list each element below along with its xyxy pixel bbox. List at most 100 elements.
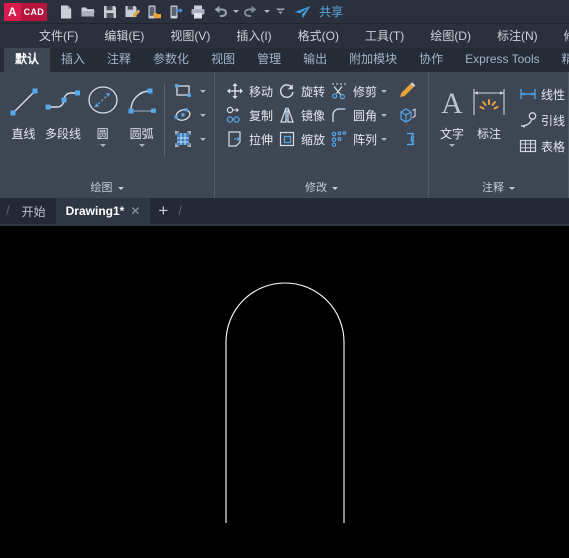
- annotation-text-button[interactable]: A 文字: [435, 78, 469, 178]
- ribbon-tab-home[interactable]: 默认: [4, 48, 51, 72]
- modify-fillet-label: 圆角: [353, 108, 378, 123]
- document-tab-start[interactable]: 开始: [12, 198, 56, 224]
- share-label[interactable]: 共享: [319, 3, 343, 20]
- modify-array-button[interactable]: 阵列: [327, 127, 393, 151]
- annotation-linear-button[interactable]: 线性: [515, 81, 565, 107]
- draw-ellipse-button[interactable]: [170, 103, 210, 127]
- close-icon[interactable]: ✕: [130, 204, 140, 218]
- save-as-icon[interactable]: [121, 1, 143, 23]
- customize-qat-dropdown-icon[interactable]: [271, 1, 289, 23]
- modify-trim-button[interactable]: 修剪: [327, 79, 393, 103]
- modify-mirror-label: 镜像: [301, 108, 326, 123]
- modify-explode-button[interactable]: [395, 103, 421, 127]
- modify-fillet-dropdown-icon[interactable]: [377, 113, 391, 117]
- ribbon-tab-addins[interactable]: 附加模块: [338, 48, 408, 72]
- draw-arc-button[interactable]: 圆弧: [122, 78, 161, 178]
- annotation-text-dropdown-icon[interactable]: [449, 144, 455, 147]
- modify-array-dropdown-icon[interactable]: [377, 137, 391, 141]
- draw-circle-label: 圆: [96, 127, 109, 141]
- menu-item-dimension[interactable]: 标注(N): [484, 24, 551, 48]
- menu-item-insert[interactable]: 插入(I): [223, 24, 284, 48]
- draw-rectangle-button[interactable]: [170, 79, 210, 103]
- ribbon-tab-parametric[interactable]: 参数化: [142, 48, 200, 72]
- modify-offset-button[interactable]: [395, 127, 421, 151]
- open-from-web-icon[interactable]: [165, 1, 187, 23]
- modify-rotate-label: 旋转: [301, 84, 326, 99]
- draw-hatch-dropdown-icon[interactable]: [196, 137, 210, 141]
- redo-dropdown-icon[interactable]: [262, 1, 271, 23]
- menu-item-edit[interactable]: 编辑(E): [91, 24, 157, 48]
- modify-tool-grid: 移动 复制 拉伸 旋转 镜像 缩放 修剪 圆角 阵列: [223, 78, 421, 178]
- logo-letter: A: [4, 2, 21, 21]
- ribbon-tab-bar: 默认 插入 注释 参数化 视图 管理 输出 附加模块 协作 Express To…: [0, 48, 569, 72]
- ribbon-tab-express-tools[interactable]: Express Tools: [454, 48, 550, 72]
- menu-item-draw[interactable]: 绘图(D): [417, 24, 484, 48]
- modify-trim-dropdown-icon[interactable]: [377, 89, 391, 93]
- ribbon-tab-insert[interactable]: 插入: [50, 48, 96, 72]
- document-tab-drawing1-label: Drawing1*: [65, 204, 125, 218]
- logo-name: CAD: [20, 2, 48, 21]
- fillet-icon: [327, 106, 351, 124]
- draw-panel-expand-icon[interactable]: [117, 186, 124, 190]
- ribbon-tab-view[interactable]: 视图: [200, 48, 246, 72]
- menu-item-modify[interactable]: 修改(M): [551, 24, 569, 48]
- ribbon-tab-output[interactable]: 输出: [292, 48, 338, 72]
- drawing-canvas[interactable]: [0, 226, 569, 558]
- ribbon-tab-featured[interactable]: 精选: [551, 48, 569, 72]
- dimension-icon: [469, 80, 509, 124]
- draw-ellipse-dropdown-icon[interactable]: [196, 113, 210, 117]
- modify-move-button[interactable]: 移动: [223, 79, 275, 103]
- annotation-dimension-button[interactable]: 标注: [469, 78, 509, 178]
- modify-trim-label: 修剪: [353, 84, 378, 99]
- modify-stretch-label: 拉伸: [249, 132, 274, 147]
- modify-stretch-button[interactable]: 拉伸: [223, 127, 275, 151]
- draw-rectangle-dropdown-icon[interactable]: [196, 89, 210, 93]
- annotation-panel-title-row[interactable]: 注释: [429, 178, 568, 198]
- ribbon-tab-annotate[interactable]: 注释: [96, 48, 142, 72]
- modify-erase-button[interactable]: [395, 79, 421, 103]
- modify-panel-title-row[interactable]: 修改: [215, 178, 428, 198]
- menu-item-file[interactable]: 文件(F): [26, 24, 91, 48]
- menu-bar: 文件(F) 编辑(E) 视图(V) 插入(I) 格式(O) 工具(T) 绘图(D…: [0, 24, 569, 48]
- new-drawing-button[interactable]: +: [150, 198, 176, 224]
- menu-item-tools[interactable]: 工具(T): [352, 24, 417, 48]
- draw-polyline-button[interactable]: 多段线: [43, 78, 83, 178]
- menu-item-format[interactable]: 格式(O): [285, 24, 352, 48]
- undo-icon[interactable]: [209, 1, 231, 23]
- annotation-leader-button[interactable]: 引线: [515, 107, 565, 133]
- ribbon-panel-draw: 直线 多段线 圆 圆弧 绘图: [0, 72, 215, 198]
- redo-icon[interactable]: [240, 1, 262, 23]
- modify-copy-button[interactable]: 复制: [223, 103, 275, 127]
- draw-circle-button[interactable]: 圆: [83, 78, 122, 178]
- menu-item-view[interactable]: 视图(V): [157, 24, 223, 48]
- ribbon-tab-collaborate[interactable]: 协作: [408, 48, 454, 72]
- modify-mirror-button[interactable]: 镜像: [275, 103, 327, 127]
- document-tab-drawing1[interactable]: Drawing1* ✕: [55, 198, 151, 224]
- rotate-icon: [275, 82, 299, 100]
- annotation-panel-expand-icon[interactable]: [509, 186, 515, 190]
- print-icon[interactable]: [187, 1, 209, 23]
- modify-scale-button[interactable]: 缩放: [275, 127, 327, 151]
- new-file-icon[interactable]: [55, 1, 77, 23]
- undo-dropdown-icon[interactable]: [231, 1, 240, 23]
- ribbon-tab-manage[interactable]: 管理: [246, 48, 292, 72]
- open-file-icon[interactable]: [77, 1, 99, 23]
- draw-panel-title: 绘图: [90, 182, 113, 194]
- table-icon: [515, 137, 541, 155]
- draw-arc-dropdown-icon[interactable]: [138, 144, 145, 147]
- modify-panel-expand-icon[interactable]: [332, 186, 338, 190]
- draw-hatch-button[interactable]: [170, 127, 210, 151]
- erase-icon: [395, 82, 419, 100]
- arc-entity: [225, 282, 345, 343]
- draw-line-button[interactable]: 直线: [4, 78, 43, 178]
- annotation-dimension-label: 标注: [476, 127, 501, 141]
- modify-rotate-button[interactable]: 旋转: [275, 79, 327, 103]
- share-icon[interactable]: [289, 1, 315, 23]
- annotation-table-button[interactable]: 表格: [515, 133, 565, 159]
- save-icon[interactable]: [99, 1, 121, 23]
- draw-circle-dropdown-icon[interactable]: [99, 144, 106, 147]
- circle-icon: [85, 80, 121, 124]
- save-to-device-icon[interactable]: [143, 1, 165, 23]
- draw-panel-title-row[interactable]: 绘图: [0, 178, 214, 198]
- modify-fillet-button[interactable]: 圆角: [327, 103, 393, 127]
